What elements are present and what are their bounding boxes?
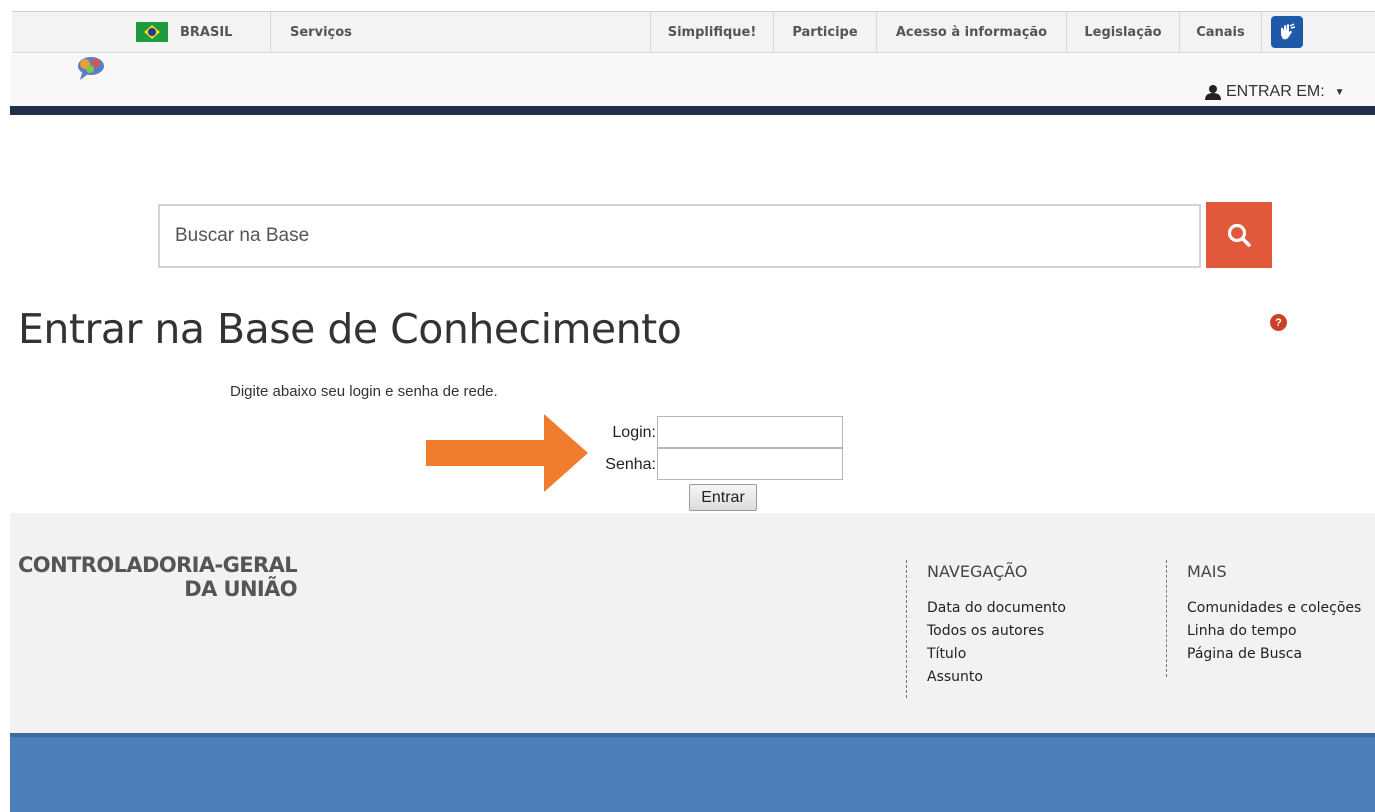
login-dropdown[interactable]: ENTRAR EM: ▼ — [1205, 81, 1375, 103]
footer-bottom-band — [10, 733, 1375, 812]
gov-nav-legislacao[interactable]: Legislação — [1066, 12, 1179, 52]
login-instructions: Digite abaixo seu login e senha de rede. — [230, 383, 498, 400]
gov-nav-acesso-informacao[interactable]: Acesso à informação — [876, 12, 1066, 52]
submit-login-button[interactable]: Entrar — [689, 484, 757, 511]
search-button[interactable] — [1206, 202, 1272, 268]
gov-nav-label: Legislação — [1084, 24, 1162, 40]
user-icon — [1205, 85, 1221, 100]
login-label: Login: — [612, 424, 656, 441]
gov-nav-canais[interactable]: Canais — [1179, 12, 1261, 52]
search-icon — [1227, 223, 1251, 247]
footer-link-subject[interactable]: Assunto — [927, 666, 1066, 689]
header-bottom-bar — [10, 106, 1375, 115]
footer-nav-title: NAVEGAÇÃO — [927, 562, 1028, 581]
brasil-label: BRASIL — [180, 24, 233, 40]
footer-link-timeline[interactable]: Linha do tempo — [1187, 620, 1375, 643]
login-dropdown-label: ENTRAR EM: — [1226, 83, 1325, 100]
site-header: ENTRAR EM: ▼ — [10, 53, 1375, 115]
gov-nav-label: Participe — [792, 24, 858, 40]
brazil-flag-icon — [136, 22, 168, 42]
libras-accessibility-button[interactable] — [1261, 12, 1311, 52]
gov-nav-label: Acesso à informação — [895, 24, 1048, 40]
gov-nav-simplifique[interactable]: Simplifique! — [650, 12, 773, 52]
brasil-link[interactable]: BRASIL — [136, 12, 270, 52]
services-label: Serviços — [290, 24, 352, 40]
services-link[interactable]: Serviços — [270, 12, 650, 52]
login-input[interactable] — [657, 416, 843, 448]
help-icon[interactable]: ? — [1270, 314, 1287, 331]
footer-link-communities[interactable]: Comunidades e coleções — [1187, 597, 1375, 620]
footer-org-logo[interactable]: CONTROLADORIA-GERAL DA UNIÃO — [18, 553, 298, 601]
gov-nav-label: Canais — [1196, 24, 1245, 40]
password-input[interactable] — [657, 448, 843, 480]
page-title: Entrar na Base de Conhecimento — [18, 305, 682, 353]
footer-more-title: MAIS — [1187, 562, 1227, 581]
search-input[interactable]: Buscar na Base — [158, 204, 1201, 268]
footer-nav-column: NAVEGAÇÃO Data do documento Todos os aut… — [906, 560, 1066, 698]
password-label: Senha: — [605, 456, 656, 473]
org-name-line2: DA UNIÃO — [184, 577, 298, 601]
org-name-line1: CONTROLADORIA-GERAL — [18, 553, 298, 577]
footer-link-title[interactable]: Título — [927, 643, 1066, 666]
footer-link-authors[interactable]: Todos os autores — [927, 620, 1066, 643]
search-placeholder: Buscar na Base — [175, 225, 310, 246]
libras-hands-icon — [1270, 16, 1303, 48]
footer-link-date[interactable]: Data do documento — [927, 597, 1066, 620]
footer-link-search-page[interactable]: Página de Busca — [1187, 643, 1375, 666]
footer-more-column: MAIS Comunidades e coleções Linha do tem… — [1166, 560, 1375, 677]
gov-nav-label: Simplifique! — [667, 24, 757, 40]
gov-bar: BRASIL Serviços Simplifique! Participe A… — [0, 0, 1375, 53]
arrow-right-icon — [426, 414, 588, 492]
gov-nav-participe[interactable]: Participe — [773, 12, 876, 52]
caret-down-icon: ▼ — [1334, 86, 1345, 98]
site-logo-icon[interactable] — [76, 55, 106, 81]
